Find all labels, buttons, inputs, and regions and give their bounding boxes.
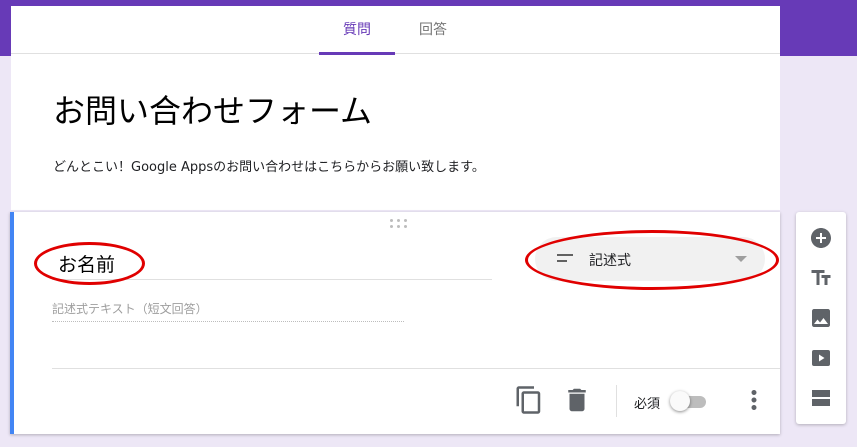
drag-handle-icon[interactable] (390, 219, 408, 229)
required-toggle[interactable] (670, 390, 708, 412)
delete-icon[interactable] (562, 385, 592, 415)
toggle-knob (670, 391, 690, 411)
question-title-field[interactable]: お名前 (52, 240, 492, 280)
add-circle-icon[interactable] (809, 226, 833, 250)
copy-icon[interactable] (514, 385, 544, 415)
footer-separator (616, 385, 617, 417)
question-card[interactable]: お名前 記述式 記述式テキスト（短文回答） 必須 (10, 212, 780, 434)
section-icon[interactable] (809, 386, 833, 410)
footer-divider (52, 368, 780, 369)
form-title[interactable]: お問い合わせフォーム (53, 86, 372, 132)
side-toolbar (796, 212, 846, 424)
form-header-card: 質問 回答 お問い合わせフォーム どんとこい！Google Appsのお問い合わ… (11, 6, 780, 210)
tab-responses[interactable]: 回答 (395, 6, 471, 54)
dropdown-arrow-icon (735, 256, 747, 262)
short-answer-icon (557, 254, 573, 264)
form-description[interactable]: どんとこい！Google Appsのお問い合わせはこちらからお願い致します。 (53, 156, 485, 175)
video-icon[interactable] (809, 346, 833, 370)
tab-questions[interactable]: 質問 (319, 6, 395, 55)
title-icon[interactable] (809, 266, 833, 290)
required-label: 必須 (634, 397, 661, 412)
question-type-label: 記述式 (589, 253, 631, 269)
question-type-dropdown[interactable]: 記述式 (535, 237, 765, 281)
question-title: お名前 (58, 254, 116, 276)
tab-bar: 質問 回答 (11, 6, 780, 55)
more-vert-icon[interactable] (739, 385, 769, 415)
image-icon[interactable] (809, 306, 833, 330)
answer-placeholder: 記述式テキスト（短文回答） (52, 300, 404, 322)
